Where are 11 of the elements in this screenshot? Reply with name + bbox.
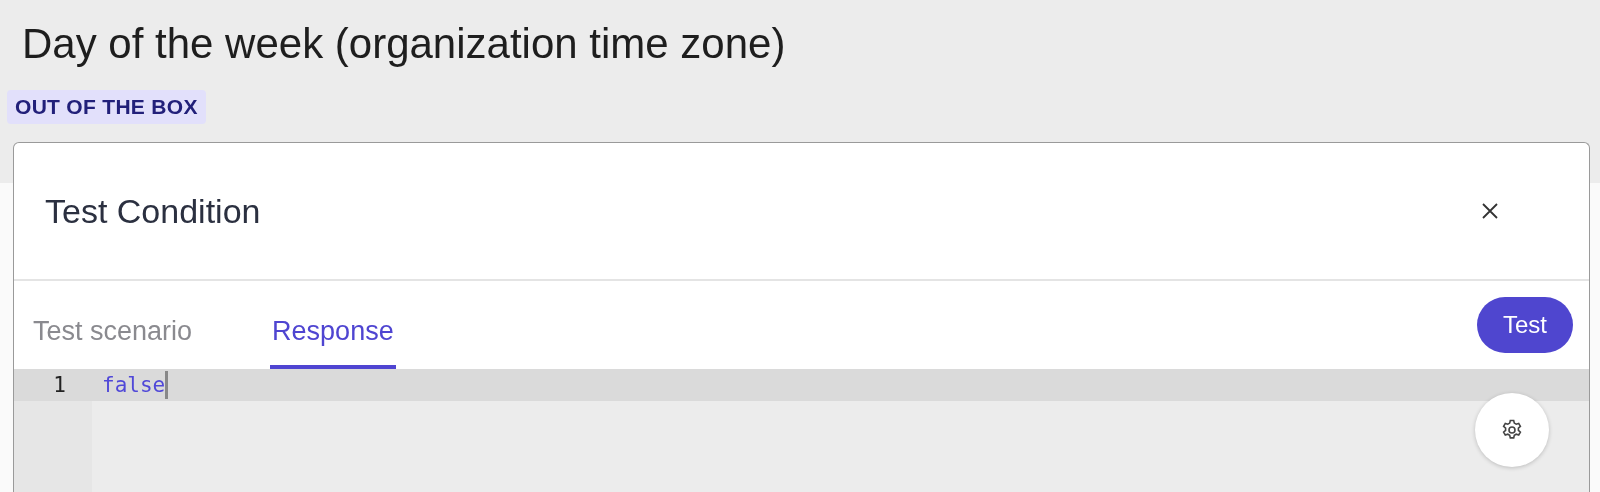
gear-icon xyxy=(1500,418,1524,442)
line-number: 1 xyxy=(52,373,66,397)
code-text: false xyxy=(102,373,166,397)
page-title: Day of the week (organization time zone) xyxy=(22,19,786,69)
test-button[interactable]: Test xyxy=(1477,297,1573,353)
tab[interactable]: Test scenario xyxy=(31,316,195,369)
code-editor[interactable]: 1 false xyxy=(14,369,1589,492)
settings-button[interactable] xyxy=(1475,393,1549,467)
category-badge: OUT OF THE BOX xyxy=(7,90,206,124)
text-cursor xyxy=(165,371,169,399)
dialog-title: Test Condition xyxy=(45,191,261,231)
